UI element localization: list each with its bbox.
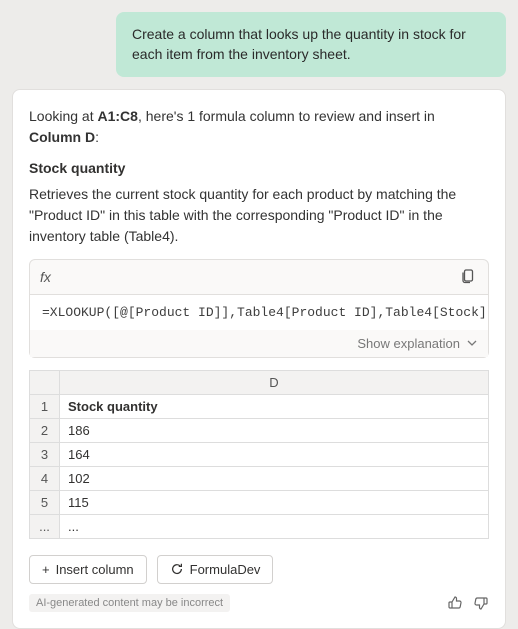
cell-value: Stock quantity — [60, 394, 489, 418]
formula-block: fx =XLOOKUP([@[Product ID]],Table4[Produ… — [29, 259, 489, 358]
intro-range: A1:C8 — [98, 108, 138, 124]
cell-value: 164 — [60, 442, 489, 466]
preview-table: D 1Stock quantity2186316441025115...... — [29, 370, 489, 539]
action-row: + Insert column FormulaDev — [29, 555, 489, 584]
cell-value: ... — [60, 514, 489, 538]
column-letter: D — [60, 370, 489, 394]
formula-description: Retrieves the current stock quantity for… — [29, 184, 489, 247]
insert-column-label: Insert column — [56, 562, 134, 577]
formula-footer: Show explanation — [30, 330, 488, 357]
cell-value: 115 — [60, 490, 489, 514]
thumbs-up-icon[interactable] — [447, 595, 463, 611]
insert-column-button[interactable]: + Insert column — [29, 555, 147, 584]
cell-value: 102 — [60, 466, 489, 490]
table-row: 2186 — [30, 418, 489, 442]
row-number: 3 — [30, 442, 60, 466]
table-row: 3164 — [30, 442, 489, 466]
table-row: 4102 — [30, 466, 489, 490]
ai-disclaimer: AI-generated content may be incorrect — [29, 594, 230, 612]
cell-value: 186 — [60, 418, 489, 442]
user-message-bubble: Create a column that looks up the quanti… — [116, 12, 506, 77]
fx-label: fx — [40, 269, 51, 285]
assistant-response-card: Looking at A1:C8, here's 1 formula colum… — [12, 89, 506, 629]
show-explanation-button[interactable]: Show explanation — [357, 336, 460, 351]
formuladev-label: FormulaDev — [190, 562, 261, 577]
user-message-row: Create a column that looks up the quanti… — [12, 12, 506, 77]
row-number: 1 — [30, 394, 60, 418]
row-number: 2 — [30, 418, 60, 442]
chevron-down-icon[interactable] — [466, 337, 478, 349]
intro-mid: , here's 1 formula column to review and … — [138, 108, 435, 124]
copy-icon[interactable] — [460, 268, 478, 286]
intro-line: Looking at A1:C8, here's 1 formula colum… — [29, 106, 489, 148]
row-number: 5 — [30, 490, 60, 514]
table-row: ...... — [30, 514, 489, 538]
table-row: 5115 — [30, 490, 489, 514]
thumbs-down-icon[interactable] — [473, 595, 489, 611]
table-row: 1Stock quantity — [30, 394, 489, 418]
intro-suffix: : — [95, 129, 99, 145]
intro-column: Column D — [29, 129, 95, 145]
feedback-buttons — [447, 595, 489, 611]
row-number: ... — [30, 514, 60, 538]
formuladev-button[interactable]: FormulaDev — [157, 555, 274, 584]
formula-header: fx — [30, 260, 488, 295]
user-message-text: Create a column that looks up the quanti… — [132, 26, 466, 62]
formula-text[interactable]: =XLOOKUP([@[Product ID]],Table4[Product … — [30, 295, 488, 330]
footer-row: AI-generated content may be incorrect — [29, 594, 489, 612]
intro-prefix: Looking at — [29, 108, 98, 124]
table-corner — [30, 370, 60, 394]
row-number: 4 — [30, 466, 60, 490]
formula-title: Stock quantity — [29, 160, 489, 176]
